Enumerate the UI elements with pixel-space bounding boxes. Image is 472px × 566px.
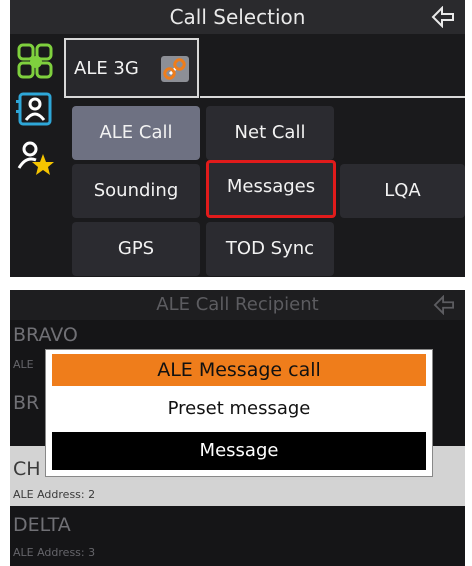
- ale-mode-value: ALE 3G: [74, 58, 139, 79]
- recipient-name: BR: [13, 392, 40, 414]
- page-title: Call Selection: [169, 5, 306, 29]
- recipient-name: DELTA: [13, 514, 71, 536]
- sidebar: [10, 38, 62, 277]
- favorite-contact-icon[interactable]: [16, 138, 54, 176]
- recipient-address: ALE Address: 3: [13, 546, 96, 559]
- group-contacts-icon[interactable]: [16, 42, 54, 80]
- recipient-name: BRAVO: [13, 324, 78, 346]
- ale-mode-field[interactable]: ALE 3G: [64, 38, 199, 98]
- preset-message-option[interactable]: Preset message: [52, 390, 426, 428]
- sounding-button[interactable]: Sounding: [72, 164, 200, 218]
- back-icon[interactable]: [431, 6, 455, 28]
- back-icon[interactable]: [433, 295, 455, 315]
- message-call-dialog: ALE Message call Preset message Message: [46, 350, 432, 476]
- call-selection-screen: Call Selection ALE 3G ALE Call Net Call …: [10, 0, 465, 277]
- contact-card-icon[interactable]: [16, 90, 54, 128]
- recipient-address: ALE: [13, 358, 34, 371]
- messages-button[interactable]: Messages: [206, 160, 336, 218]
- tod-sync-button[interactable]: TOD Sync: [206, 222, 334, 276]
- header-bar: Call Selection: [10, 0, 465, 34]
- lqa-button[interactable]: LQA: [340, 164, 465, 218]
- ale-call-recipient-screen: ALE Call Recipient BRAVO ALE BR CH ALE A…: [10, 290, 465, 566]
- list-item[interactable]: DELTA ALE Address: 3: [10, 508, 465, 566]
- link-badge: [161, 56, 189, 82]
- message-option[interactable]: Message: [52, 432, 426, 470]
- field-underline: [200, 96, 465, 98]
- dialog-title: ALE Message call: [52, 354, 426, 386]
- recipient-name: CH: [13, 458, 41, 480]
- header-bar: ALE Call Recipient: [10, 290, 465, 320]
- page-title: ALE Call Recipient: [156, 294, 319, 315]
- link-icon: [163, 58, 186, 80]
- net-call-button[interactable]: Net Call: [206, 106, 334, 160]
- ale-call-button[interactable]: ALE Call: [72, 106, 200, 160]
- gps-button[interactable]: GPS: [72, 222, 200, 276]
- recipient-address: ALE Address: 2: [13, 488, 96, 501]
